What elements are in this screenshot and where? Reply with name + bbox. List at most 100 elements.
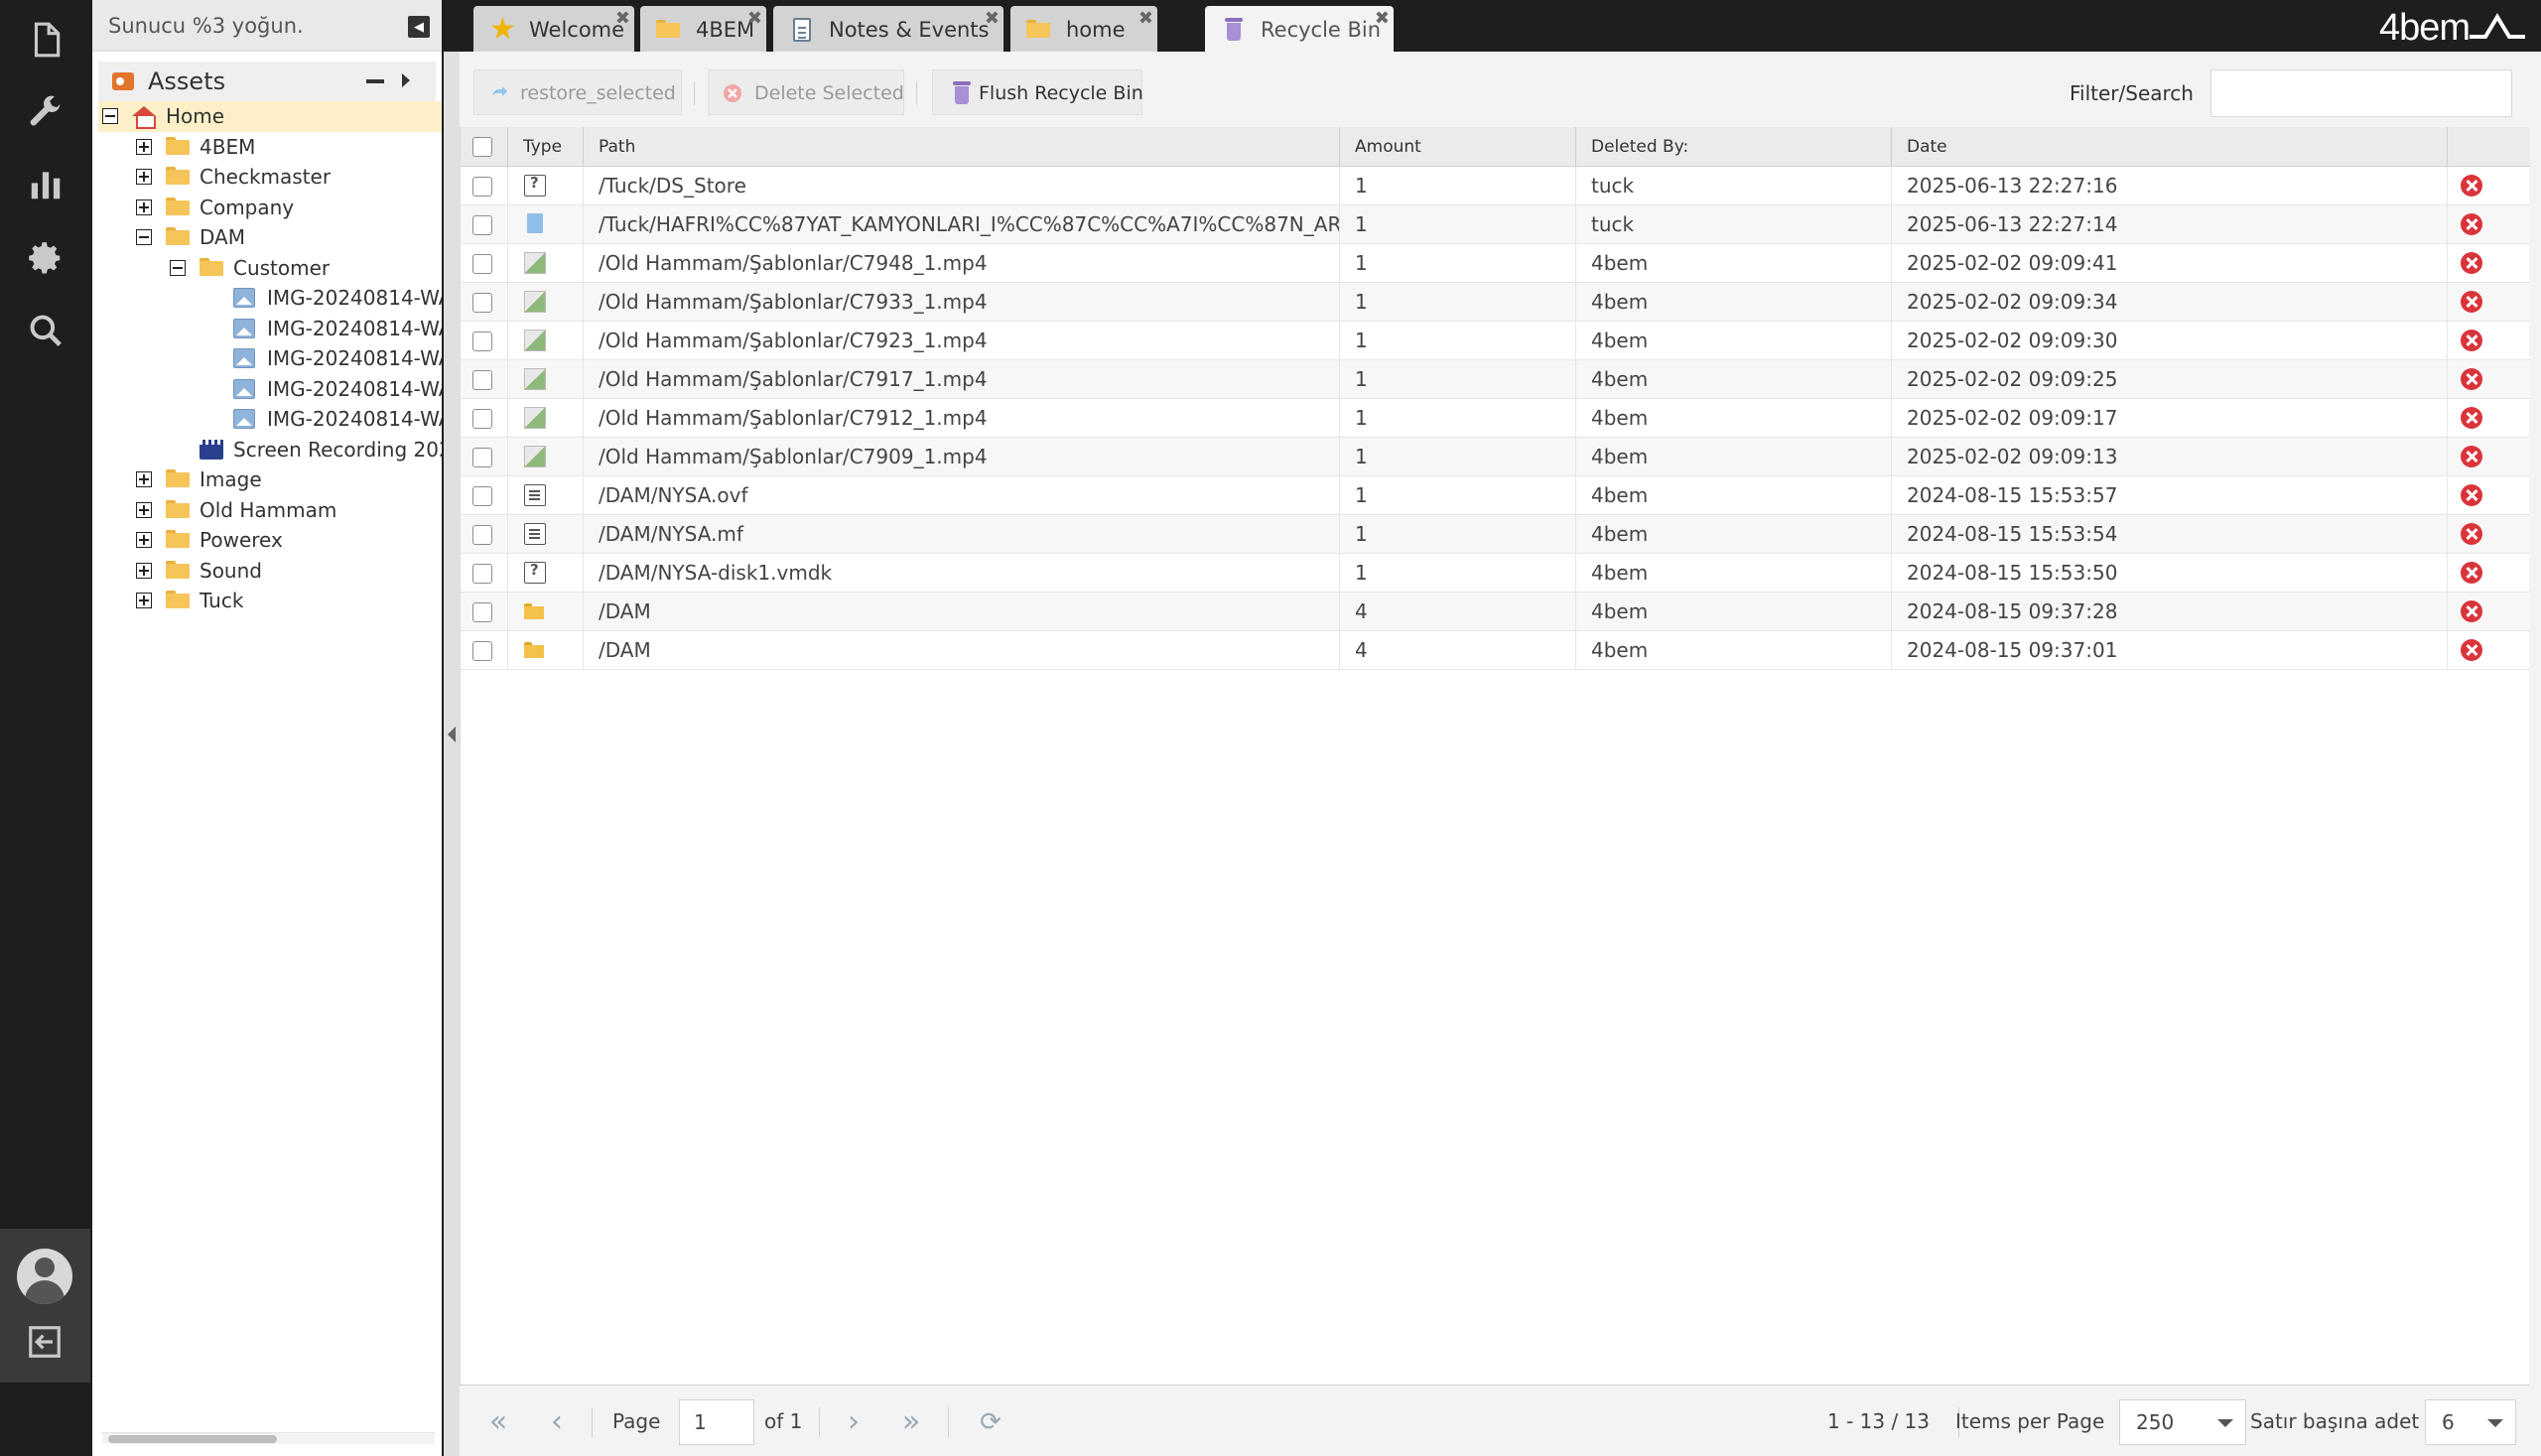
delete-row-icon[interactable]	[2461, 330, 2482, 351]
row-checkbox[interactable]	[472, 525, 492, 545]
tree-item[interactable]: IMG-20240814-WA	[98, 283, 442, 314]
search-icon[interactable]	[26, 311, 66, 350]
tree-item[interactable]: Home	[98, 101, 442, 132]
tree-item[interactable]: Customer	[98, 253, 442, 284]
expand-icon[interactable]	[136, 169, 152, 185]
table-row[interactable]: /DAM 4 4bem 2024-08-15 09:37:01	[461, 631, 2530, 670]
tree-item[interactable]: Tuck	[98, 586, 442, 616]
table-row[interactable]: /DAM/NYSA.mf 1 4bem 2024-08-15 15:53:54	[461, 515, 2530, 554]
table-row[interactable]: /Old Hammam/Şablonlar/C7948_1.mp4 1 4bem 20…	[461, 244, 2530, 283]
row-checkbox[interactable]	[472, 215, 492, 235]
collapse-all-icon[interactable]	[366, 79, 384, 83]
logout-icon[interactable]	[26, 1323, 66, 1363]
table-row[interactable]: /Tuck/HAFRI%CC%87YAT_KAMYONLARI_I%CC%87C…	[461, 205, 2530, 244]
wrench-icon[interactable]	[26, 92, 66, 132]
tab-notes-events[interactable]: Notes & Events ✖	[773, 6, 1003, 52]
delete-row-icon[interactable]	[2461, 407, 2482, 429]
last-page-icon[interactable]: »	[896, 1407, 926, 1437]
collapse-arrow-icon[interactable]	[448, 727, 456, 742]
delete-row-icon[interactable]	[2461, 291, 2482, 313]
table-row[interactable]: /Tuck/DS_Store 1 tuck 2025-06-13 22:27:16	[461, 167, 2530, 205]
filter-search-input[interactable]	[2210, 69, 2512, 117]
column-header-path[interactable]: Path	[584, 127, 1340, 167]
tree-item[interactable]: Image	[98, 464, 442, 495]
delete-row-icon[interactable]	[2461, 213, 2482, 235]
delete-selected-button[interactable]: Delete Selected	[708, 69, 904, 115]
tree-item[interactable]: Company	[98, 193, 442, 223]
table-row[interactable]: /DAM 4 4bem 2024-08-15 09:37:28	[461, 593, 2530, 631]
expand-icon[interactable]	[136, 593, 152, 608]
row-checkbox[interactable]	[472, 177, 492, 197]
tree-item[interactable]: Checkmaster	[98, 162, 442, 193]
column-header-deleted-by[interactable]: Deleted By:	[1576, 127, 1892, 167]
row-checkbox[interactable]	[472, 641, 492, 661]
expand-icon[interactable]	[136, 138, 152, 155]
select-all-checkbox[interactable]	[472, 137, 492, 157]
delete-row-icon[interactable]	[2461, 562, 2482, 584]
refresh-icon[interactable]: ⟳	[976, 1407, 1005, 1437]
tree-item[interactable]: DAM	[98, 222, 442, 253]
bar-chart-icon[interactable]	[26, 165, 66, 204]
table-row[interactable]: /Old Hammam/Şablonlar/C7909_1.mp4 1 4bem 20…	[461, 438, 2530, 476]
row-checkbox[interactable]	[472, 293, 492, 313]
table-row[interactable]: /Old Hammam/Şablonlar/C7923_1.mp4 1 4bem 20…	[461, 322, 2530, 360]
delete-row-icon[interactable]	[2461, 446, 2482, 467]
table-row[interactable]: /DAM/NYSA.ovf 1 4bem 2024-08-15 15:53:57	[461, 476, 2530, 515]
delete-row-icon[interactable]	[2461, 484, 2482, 506]
delete-row-icon[interactable]	[2461, 175, 2482, 197]
collapse-icon[interactable]	[102, 108, 118, 124]
column-header-type[interactable]: Type	[508, 127, 584, 167]
previous-page-icon[interactable]: ‹	[542, 1407, 572, 1437]
close-icon[interactable]: ✖	[1138, 8, 1153, 29]
tree-item[interactable]: Screen Recording 2024	[98, 435, 442, 465]
expand-arrow-icon[interactable]	[402, 73, 410, 87]
close-icon[interactable]: ✖	[615, 8, 630, 29]
row-checkbox[interactable]	[472, 486, 492, 506]
table-row[interactable]: /DAM/NYSA-disk1.vmdk 1 4bem 2024-08-15 15:5…	[461, 554, 2530, 593]
row-checkbox[interactable]	[472, 370, 492, 390]
items-per-page-select[interactable]: 250	[2119, 1399, 2246, 1445]
tree-item[interactable]: IMG-20240814-WA	[98, 404, 442, 435]
expand-icon[interactable]	[136, 501, 152, 518]
tree-horizontal-scrollbar[interactable]	[102, 1432, 435, 1444]
first-page-icon[interactable]: «	[483, 1407, 513, 1437]
row-checkbox[interactable]	[472, 254, 492, 274]
column-header-amount[interactable]: Amount	[1340, 127, 1576, 167]
expand-icon[interactable]	[136, 199, 152, 215]
assets-header[interactable]: Assets	[98, 62, 436, 101]
table-row[interactable]: /Old Hammam/Şablonlar/C7933_1.mp4 1 4bem 20…	[461, 283, 2530, 322]
collapse-icon[interactable]	[170, 259, 186, 276]
gear-icon[interactable]	[26, 238, 66, 278]
panel-splitter[interactable]	[444, 52, 460, 1456]
restore-selected-button[interactable]: restore_selected	[473, 69, 682, 115]
row-checkbox[interactable]	[472, 564, 492, 584]
expand-icon[interactable]	[136, 562, 152, 579]
table-row[interactable]: /Old Hammam/Şablonlar/C7912_1.mp4 1 4bem 20…	[461, 399, 2530, 438]
close-icon[interactable]: ✖	[985, 8, 1000, 29]
tree-item[interactable]: IMG-20240814-WA	[98, 374, 442, 405]
column-header-date[interactable]: Date	[1892, 127, 2448, 167]
expand-icon[interactable]	[136, 471, 152, 487]
delete-row-icon[interactable]	[2461, 368, 2482, 390]
tree-item[interactable]: Old Hammam	[98, 495, 442, 526]
tab-recycle-bin[interactable]: Recycle Bin ✖	[1205, 6, 1394, 52]
tree-item[interactable]: IMG-20240814-WA	[98, 343, 442, 374]
row-checkbox[interactable]	[472, 409, 492, 429]
tab-4bem[interactable]: 4BEM ✖	[640, 6, 766, 52]
table-row[interactable]: /Old Hammam/Şablonlar/C7917_1.mp4 1 4bem 20…	[461, 360, 2530, 399]
tree-item[interactable]: Sound	[98, 556, 442, 587]
next-page-icon[interactable]: ›	[839, 1407, 869, 1437]
delete-row-icon[interactable]	[2461, 523, 2482, 545]
per-row-select[interactable]: 6	[2425, 1399, 2516, 1445]
tree-item[interactable]: Powerex	[98, 525, 442, 556]
scrollbar-thumb[interactable]	[108, 1435, 277, 1443]
expand-icon[interactable]	[136, 532, 152, 548]
collapse-icon[interactable]	[136, 229, 152, 245]
tree-item[interactable]: 4BEM	[98, 132, 442, 163]
row-checkbox[interactable]	[472, 331, 492, 351]
avatar[interactable]	[17, 1249, 72, 1304]
tab-welcome[interactable]: ★ Welcome ✖	[473, 6, 634, 52]
collapse-panel-button[interactable]: ◀	[408, 16, 430, 38]
page-number-input[interactable]: 1	[679, 1399, 754, 1445]
delete-row-icon[interactable]	[2461, 252, 2482, 274]
